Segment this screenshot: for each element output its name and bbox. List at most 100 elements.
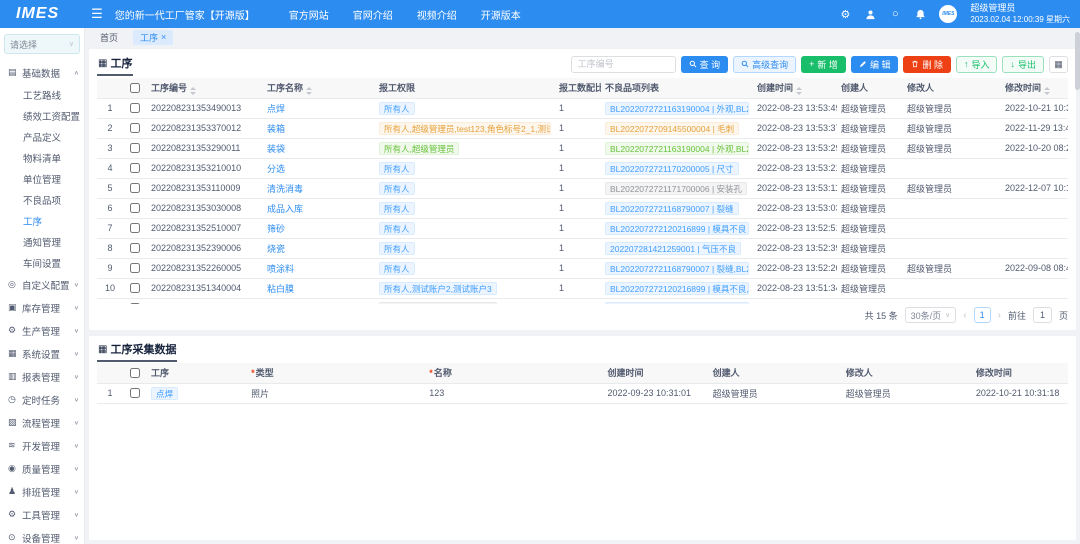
- topbar-nav-link[interactable]: 视频介绍: [417, 7, 457, 22]
- tab-process[interactable]: 工序 ×: [133, 30, 173, 45]
- sidebar-item-defect-items[interactable]: 不良品项: [0, 189, 84, 210]
- table-row[interactable]: 10 202208231351340004 粘白膜 所有人,测试账户2,测试账户…: [97, 278, 1068, 298]
- header-modified-time[interactable]: 修改时间: [1001, 78, 1068, 98]
- sidebar-item-performance-pay[interactable]: 绩效工资配置: [0, 105, 84, 126]
- row-checkbox[interactable]: [130, 183, 140, 193]
- goto-page-input[interactable]: [1033, 307, 1052, 323]
- row-checkbox[interactable]: [130, 388, 140, 398]
- process-name-link[interactable]: 点焊: [267, 104, 285, 114]
- sidebar-group-inventory[interactable]: ▣ 库存管理 ∨: [0, 296, 84, 319]
- table-row[interactable]: 7 202208231352510007 筛砂 所有人 1 BL20220727…: [97, 218, 1068, 238]
- fullscreen-icon[interactable]: ○: [889, 8, 901, 20]
- topbar-nav-link[interactable]: 开源版本: [481, 7, 521, 22]
- sidebar-group-custom-config[interactable]: ◎ 自定义配置 ∨: [0, 273, 84, 296]
- table-row[interactable]: 3 202208231353290011 装袋 所有人,超级管理员 1 BL20…: [97, 138, 1068, 158]
- sidebar-item-notify-mgmt[interactable]: 通知管理: [0, 231, 84, 252]
- sidebar-group-cron-task[interactable]: ◷ 定时任务 ∨: [0, 388, 84, 411]
- sidebar-item-process[interactable]: 工序: [0, 210, 84, 231]
- menu-toggle-icon[interactable]: ☰: [91, 6, 103, 22]
- process-name-link[interactable]: 装箱: [267, 124, 285, 134]
- row-checkbox[interactable]: [130, 103, 140, 113]
- defect-list-tag[interactable]: BL2022072721104690 | 喷漆坏,BL2022072721182…: [605, 302, 749, 305]
- header-process-code[interactable]: 工序编号: [147, 78, 263, 98]
- defect-list-tag[interactable]: BL202207272120216899 | 模具不良,202207281421…: [605, 282, 749, 295]
- sidebar-item-process-route[interactable]: 工艺路线: [0, 84, 84, 105]
- process-name-link[interactable]: 成品入库: [267, 204, 303, 214]
- query-button[interactable]: 查 询: [681, 56, 729, 73]
- table-row[interactable]: 8 202208231352390006 烧瓷 所有人 1 2022072814…: [97, 238, 1068, 258]
- sidebar-item-bom[interactable]: 物料清单: [0, 147, 84, 168]
- row-checkbox[interactable]: [130, 223, 140, 233]
- process-name-link[interactable]: 粘白膜: [267, 284, 294, 294]
- process-name-link[interactable]: 烧瓷: [267, 244, 285, 254]
- row-checkbox[interactable]: [130, 243, 140, 253]
- sidebar-group-basic-data[interactable]: ▤ 基础数据 ∧: [0, 61, 84, 84]
- header-created-time[interactable]: 创建时间: [753, 78, 837, 98]
- row-checkbox[interactable]: [130, 283, 140, 293]
- defect-list-tag[interactable]: BL2022072721163190004 | 外观,BL20220727152…: [605, 102, 749, 115]
- page-number[interactable]: 1: [974, 307, 991, 323]
- process-name-link[interactable]: 喷涂料: [267, 264, 294, 274]
- add-button[interactable]: +新 增: [801, 56, 846, 73]
- sidebar-group-system[interactable]: ▦ 系统设置 ∨: [0, 342, 84, 365]
- sidebar-group-production[interactable]: ⚙ 生产管理 ∨: [0, 319, 84, 342]
- page-size-select[interactable]: 30条/页 ∨: [905, 307, 957, 323]
- row-checkbox[interactable]: [130, 263, 140, 273]
- defect-list-tag[interactable]: BL2022072721163190004 | 外观,BL20220727152…: [605, 142, 749, 155]
- defect-list-tag[interactable]: 202207281421259001 | 气压不良: [605, 242, 741, 255]
- defect-list-tag[interactable]: BL2022072721168790007 | 裂缝: [605, 202, 739, 215]
- avatar[interactable]: IMES: [939, 5, 957, 23]
- table-row[interactable]: 5 202208231353110009 清洗消毒 所有人 1 BL202207…: [97, 178, 1068, 198]
- user-info[interactable]: 超级管理员 2023.02.04 12:00:39 星期六: [970, 3, 1070, 24]
- row-checkbox[interactable]: [130, 303, 140, 304]
- sidebar-group-shift[interactable]: ♟ 排班管理 ∨: [0, 480, 84, 503]
- settings-icon[interactable]: ⚙: [839, 8, 851, 20]
- column-settings-button[interactable]: ▦: [1049, 56, 1068, 73]
- topbar-nav-link[interactable]: 官方网站: [289, 7, 329, 22]
- sidebar-group-workflow[interactable]: ▧ 流程管理 ∨: [0, 411, 84, 434]
- delete-button[interactable]: 删 除: [903, 56, 951, 73]
- process-name-link[interactable]: 装袋: [267, 144, 285, 154]
- defect-list-tag[interactable]: BL2022072709145500004 | 毛刺: [605, 122, 739, 135]
- sidebar-group-equipment[interactable]: ⊙ 设备管理 ∨: [0, 526, 84, 544]
- process-name-link[interactable]: 清洗消毒: [267, 184, 303, 194]
- table-row[interactable]: 9 202208231352260005 喷涂料 所有人 1 BL2022072…: [97, 258, 1068, 278]
- sidebar-item-unit-mgmt[interactable]: 单位管理: [0, 168, 84, 189]
- sidebar-select[interactable]: 请选择 ∨: [4, 34, 80, 54]
- scrollbar-thumb[interactable]: [1075, 32, 1080, 90]
- import-button[interactable]: ↑导入: [956, 56, 998, 73]
- process-name-link[interactable]: 分选: [267, 164, 285, 174]
- defect-list-tag[interactable]: BL202207272120216899 | 模具不良: [605, 222, 749, 235]
- sidebar-item-workshop-setup[interactable]: 车间设置: [0, 252, 84, 273]
- sidebar-group-report[interactable]: ▥ 报表管理 ∨: [0, 365, 84, 388]
- header-process-name[interactable]: 工序名称: [263, 78, 375, 98]
- sidebar-group-quality[interactable]: ◉ 质量管理 ∨: [0, 457, 84, 480]
- topbar-nav-link[interactable]: 官网介绍: [353, 7, 393, 22]
- process-name-link[interactable]: 打蜡: [267, 304, 285, 305]
- table-row[interactable]: 1 点焊 照片 123 2022-09-23 10:31:01 超级管理员 超级…: [97, 383, 1068, 403]
- defect-list-tag[interactable]: BL2022072721170200005 | 尺寸: [605, 162, 739, 175]
- prev-page-button[interactable]: ‹: [963, 310, 966, 321]
- row-checkbox[interactable]: [130, 123, 140, 133]
- export-button[interactable]: ↓导出: [1002, 56, 1044, 73]
- table-row[interactable]: 2 202208231353370012 装箱 所有人,超级管理员,test12…: [97, 118, 1068, 138]
- select-all-checkbox[interactable]: [130, 368, 140, 378]
- sidebar-group-develop[interactable]: ≋ 开发管理 ∨: [0, 434, 84, 457]
- advanced-query-button[interactable]: 高级查询: [733, 56, 796, 73]
- edit-button[interactable]: 编 辑: [851, 56, 899, 73]
- table-row[interactable]: 1 202208231353490013 点焊 所有人 1 BL20220727…: [97, 98, 1068, 118]
- row-checkbox[interactable]: [130, 203, 140, 213]
- sidebar-item-product-define[interactable]: 产品定义: [0, 126, 84, 147]
- process-tag[interactable]: 点焊: [151, 387, 178, 400]
- process-name-link[interactable]: 筛砂: [267, 224, 285, 234]
- defect-list-tag[interactable]: BL2022072721168790007 | 裂缝,BL20220727211…: [605, 262, 749, 275]
- defect-list-tag[interactable]: BL2022072721171700006 | 安装孔: [605, 182, 747, 195]
- next-page-button[interactable]: ›: [998, 310, 1001, 321]
- notification-icon[interactable]: [914, 8, 926, 20]
- row-checkbox[interactable]: [130, 143, 140, 153]
- search-input[interactable]: [571, 56, 676, 73]
- table-row[interactable]: 4 202208231353210010 分选 所有人 1 BL20220727…: [97, 158, 1068, 178]
- user-icon[interactable]: [864, 8, 876, 20]
- sidebar-group-tooling[interactable]: ⚙ 工具管理 ∨: [0, 503, 84, 526]
- select-all-checkbox[interactable]: [130, 83, 140, 93]
